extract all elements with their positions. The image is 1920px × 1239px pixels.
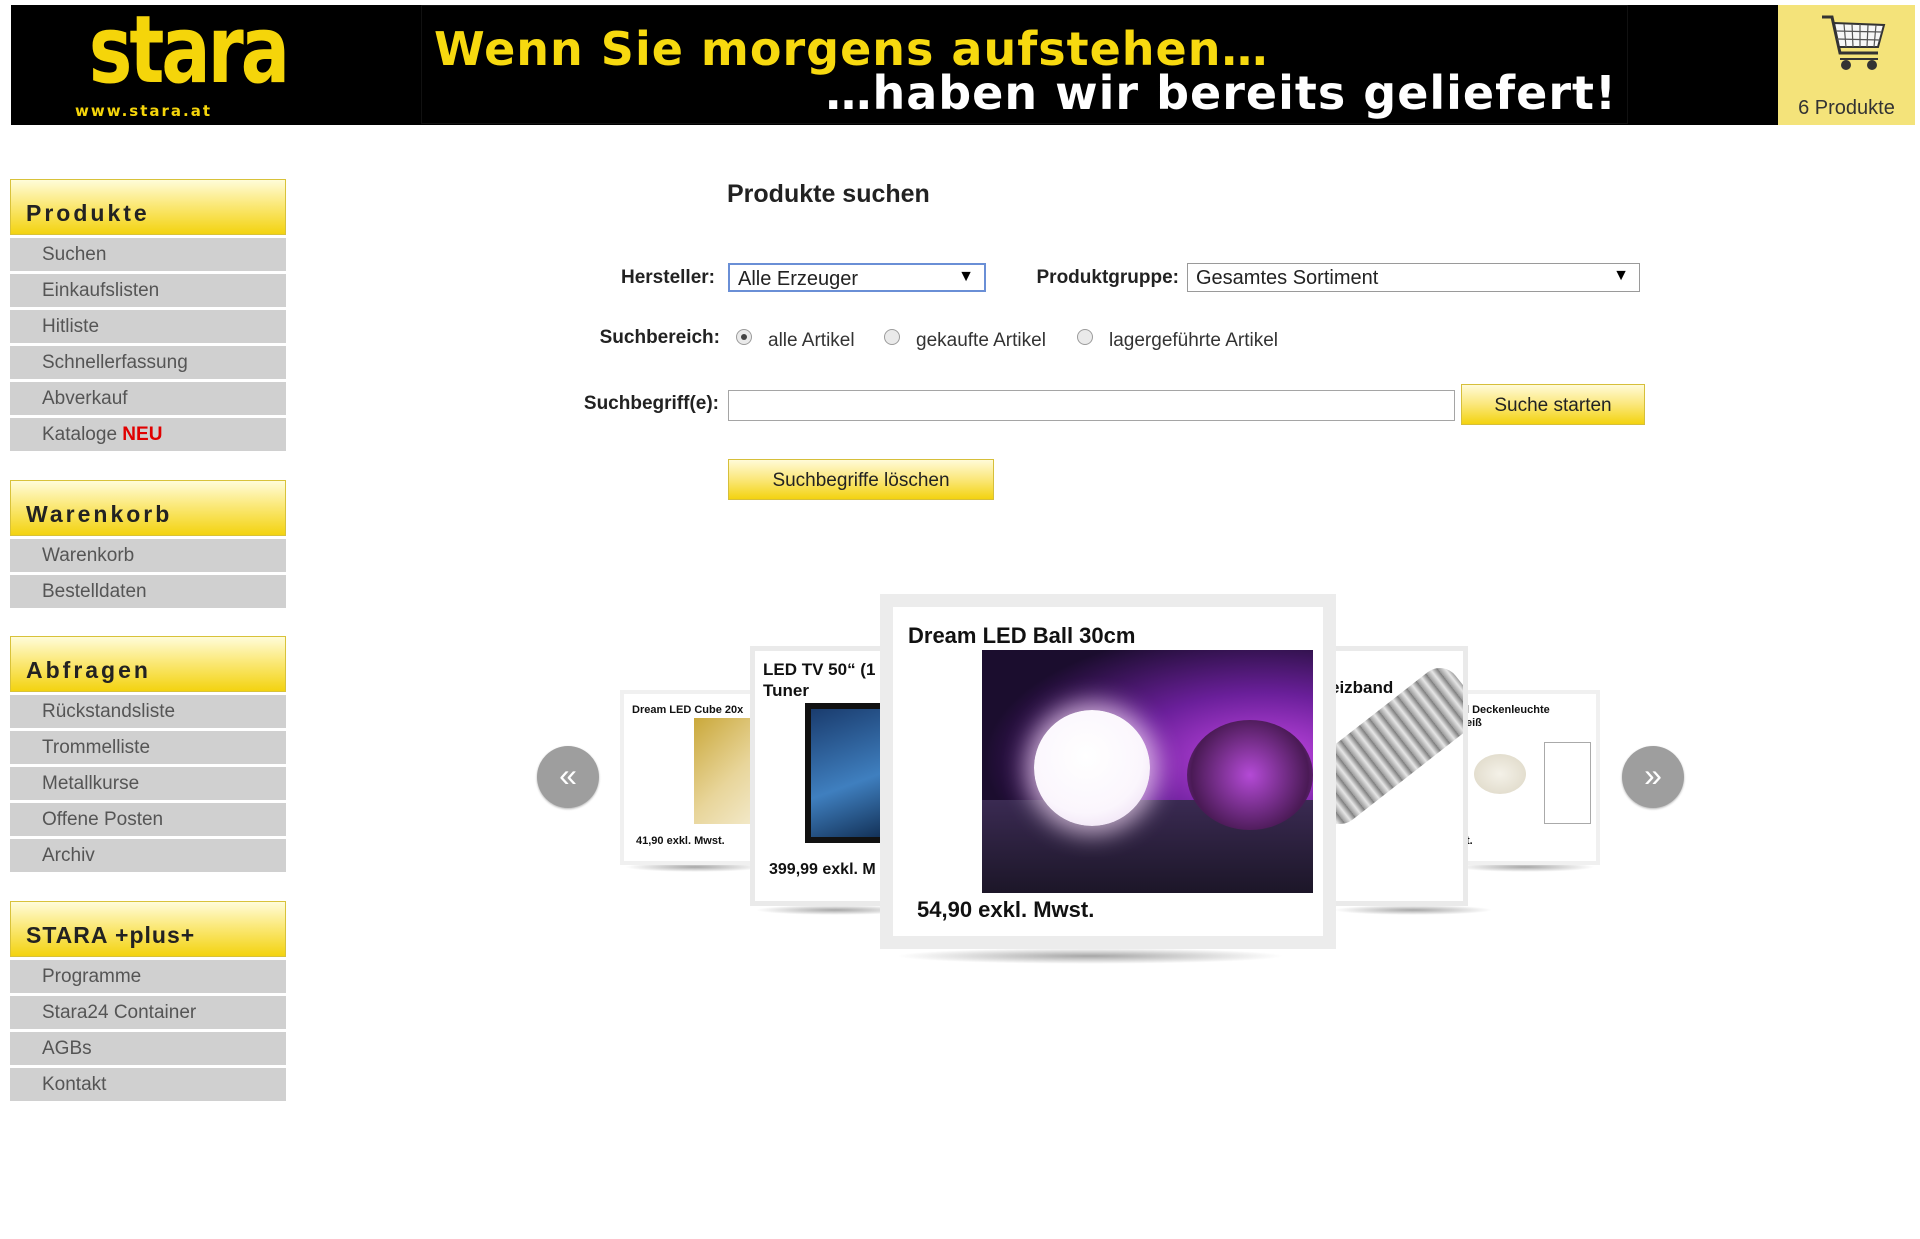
nav-group-abfragen: Abfragen Rückstandsliste Trommelliste Me… bbox=[10, 636, 286, 872]
nav-item-kataloge-label: Kataloge bbox=[42, 424, 118, 445]
hersteller-label: Hersteller: bbox=[621, 267, 715, 288]
card-title: l Deckenleuchte bbox=[1466, 704, 1550, 716]
nav-item-abverkauf[interactable]: Abverkauf bbox=[10, 382, 286, 415]
nav-heading-produkte: Produkte bbox=[10, 179, 286, 235]
nav-item-suchen[interactable]: Suchen bbox=[10, 238, 286, 271]
cart-count: 6 Produkte bbox=[1798, 97, 1895, 119]
card-title: eizband bbox=[1330, 678, 1394, 697]
carousel-card-5[interactable]: l Deckenleuchte eiß t. bbox=[1460, 690, 1600, 865]
dropdown-arrow-icon: ▼ bbox=[1613, 267, 1629, 284]
technical-drawing bbox=[1544, 742, 1591, 824]
card-shadow bbox=[1333, 905, 1493, 915]
nav-item-schnellerfassung[interactable]: Schnellerfassung bbox=[10, 346, 286, 379]
dropdown-arrow-icon: ▼ bbox=[958, 268, 974, 285]
radio-label: lagergeführte Artikel bbox=[1109, 330, 1278, 351]
card-price: 41,90 exkl. Mwst. bbox=[636, 835, 725, 847]
suchbegriff-label: Suchbegriff(e): bbox=[583, 393, 719, 414]
nav-item-kontakt[interactable]: Kontakt bbox=[10, 1068, 286, 1101]
shopping-cart-icon bbox=[1822, 15, 1886, 70]
nav-item-agbs[interactable]: AGBs bbox=[10, 1032, 286, 1065]
radio-label: alle Artikel bbox=[768, 330, 855, 351]
radio-label: gekaufte Artikel bbox=[916, 330, 1046, 351]
slogan-banner: Wenn Sie morgens aufstehen… …haben wir b… bbox=[421, 5, 1628, 124]
product-image-ceiling-light bbox=[1474, 754, 1526, 794]
nav-heading-stara-plus: STARA +plus+ bbox=[10, 901, 286, 957]
logo-text: stara bbox=[88, 0, 290, 105]
nav-item-einkaufslisten[interactable]: Einkaufslisten bbox=[10, 274, 286, 307]
cart-button[interactable]: 6 Produkte bbox=[1778, 5, 1915, 125]
card-title: LED TV 50“ (1 bbox=[763, 660, 876, 679]
slogan-line-2: …haben wir bereits geliefert! bbox=[825, 66, 1617, 120]
double-chevron-left-icon: « bbox=[559, 757, 577, 793]
card-price: 54,90 exkl. Mwst. bbox=[917, 897, 1095, 922]
carousel-next-button[interactable]: » bbox=[1622, 746, 1684, 808]
card-title-line2: Tuner bbox=[763, 681, 809, 700]
nav-heading-abfragen: Abfragen bbox=[10, 636, 286, 692]
suchbereich-label: Suchbereich: bbox=[599, 327, 720, 348]
nav-item-rueckstandsliste[interactable]: Rückstandsliste bbox=[10, 695, 286, 728]
hersteller-select[interactable]: Alle Erzeuger ▼ bbox=[728, 263, 986, 292]
radio-selected-icon bbox=[736, 329, 752, 345]
search-input[interactable] bbox=[728, 390, 1455, 421]
card-title: Dream LED Ball 30cm bbox=[908, 623, 1136, 648]
hersteller-value: Alle Erzeuger bbox=[738, 268, 859, 290]
nav-item-warenkorb[interactable]: Warenkorb bbox=[10, 539, 286, 572]
nav-item-hitliste[interactable]: Hitliste bbox=[10, 310, 286, 343]
nav-item-programme[interactable]: Programme bbox=[10, 960, 286, 993]
produktgruppe-label: Produktgruppe: bbox=[1036, 267, 1180, 288]
nav-item-metallkurse[interactable]: Metallkurse bbox=[10, 767, 286, 800]
page-title: Produkte suchen bbox=[727, 180, 930, 208]
logo-url: www.stara.at bbox=[75, 102, 213, 120]
nav-group-produkte: Produkte Suchen Einkaufslisten Hitliste … bbox=[10, 179, 286, 451]
radio-unselected-icon bbox=[1077, 329, 1093, 345]
nav-item-kataloge[interactable]: Kataloge NEU bbox=[10, 418, 286, 451]
carousel-card-3-active[interactable]: Dream LED Ball 30cm 54,90 exkl. Mwst. bbox=[880, 594, 1336, 949]
card-title: Dream LED Cube 20x bbox=[632, 704, 744, 716]
nav-group-stara-plus: STARA +plus+ Programme Stara24 Container… bbox=[10, 901, 286, 1101]
stara-logo[interactable]: stara www.stara.at bbox=[69, 0, 290, 125]
nav-item-archiv[interactable]: Archiv bbox=[10, 839, 286, 872]
nav-item-trommelliste[interactable]: Trommelliste bbox=[10, 731, 286, 764]
new-badge: NEU bbox=[122, 424, 163, 445]
produktgruppe-select[interactable]: Gesamtes Sortiment ▼ bbox=[1187, 263, 1640, 292]
search-button[interactable]: Suche starten bbox=[1461, 384, 1645, 425]
nav-item-stara24-container[interactable]: Stara24 Container bbox=[10, 996, 286, 1029]
nav-heading-warenkorb: Warenkorb bbox=[10, 480, 286, 536]
radio-unselected-icon bbox=[884, 329, 900, 345]
nav-group-warenkorb: Warenkorb Warenkorb Bestelldaten bbox=[10, 480, 286, 608]
card-shadow bbox=[895, 948, 1285, 964]
carousel-prev-button[interactable]: « bbox=[537, 746, 599, 808]
card-title-line2: eiß bbox=[1466, 717, 1482, 729]
product-image-led-ball bbox=[982, 650, 1313, 893]
clear-search-button[interactable]: Suchbegriffe löschen bbox=[728, 459, 994, 500]
nav-item-bestelldaten[interactable]: Bestelldaten bbox=[10, 575, 286, 608]
nav-item-offene-posten[interactable]: Offene Posten bbox=[10, 803, 286, 836]
carousel-card-1[interactable]: Dream LED Cube 20x 41,90 exkl. Mwst. bbox=[620, 690, 760, 865]
produktgruppe-value: Gesamtes Sortiment bbox=[1196, 267, 1379, 289]
header-banner: stara www.stara.at Wenn Sie morgens aufs… bbox=[11, 0, 1915, 125]
double-chevron-right-icon: » bbox=[1644, 757, 1662, 793]
card-price: 399,99 exkl. M bbox=[769, 861, 876, 878]
